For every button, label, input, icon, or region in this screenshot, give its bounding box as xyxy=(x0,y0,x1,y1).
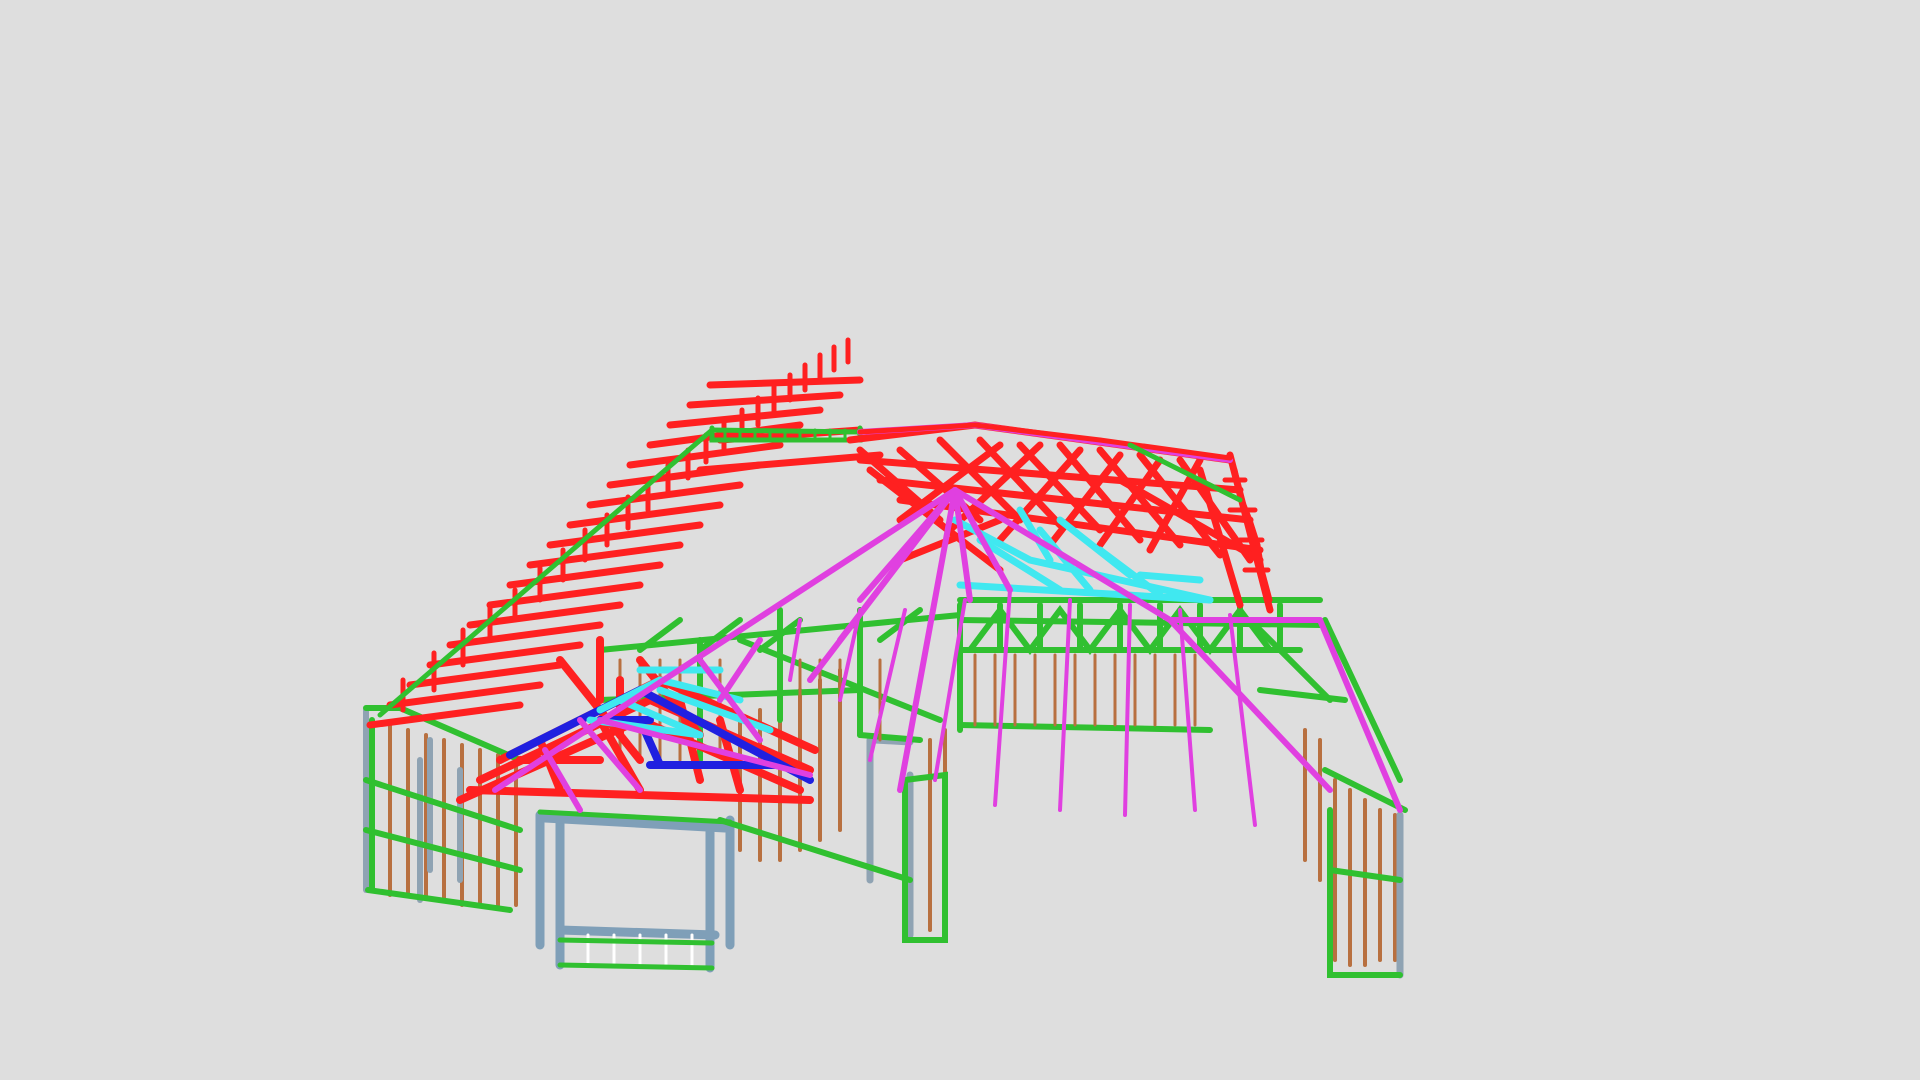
steel-frame-3d-model[interactable] xyxy=(0,0,1920,1080)
roof-trusses xyxy=(366,337,1403,827)
garage-back-studs xyxy=(973,653,1197,727)
porch-plates xyxy=(537,809,733,971)
3d-viewport[interactable] xyxy=(0,0,1920,1080)
